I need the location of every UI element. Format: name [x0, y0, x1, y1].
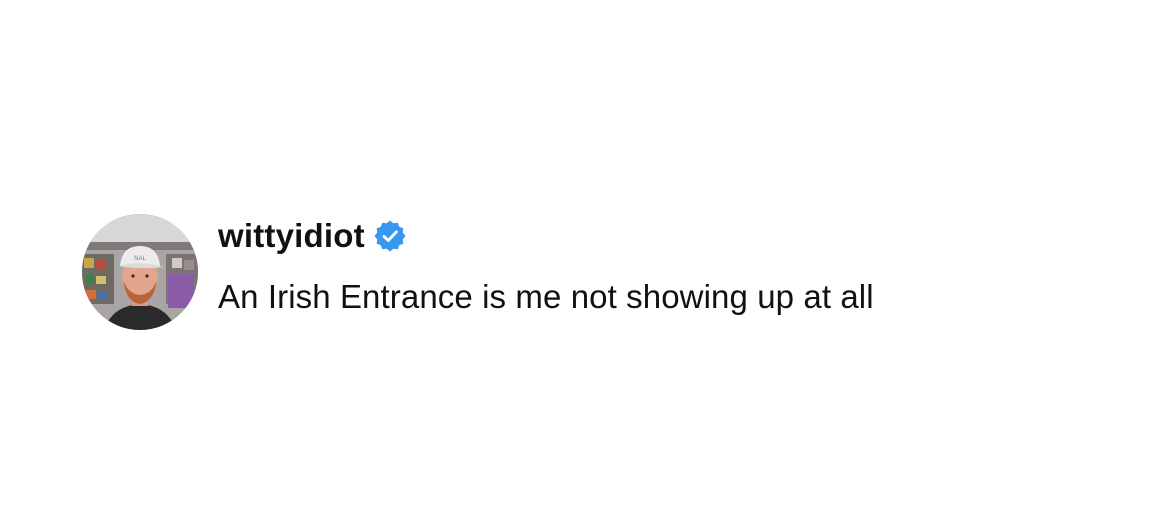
author-row: wittyidiot	[218, 216, 874, 256]
avatar[interactable]: NAL	[82, 214, 198, 330]
svg-text:NAL: NAL	[134, 256, 146, 262]
post-content: wittyidiot An Irish Entrance is me not s…	[218, 214, 874, 316]
verified-badge-icon	[374, 220, 406, 252]
post-text: An Irish Entrance is me not showing up a…	[218, 278, 874, 315]
post: NAL wittyidiot An Irish Entrance is me n…	[82, 214, 874, 330]
profile-photo: NAL	[82, 214, 198, 330]
username[interactable]: wittyidiot	[218, 217, 365, 255]
